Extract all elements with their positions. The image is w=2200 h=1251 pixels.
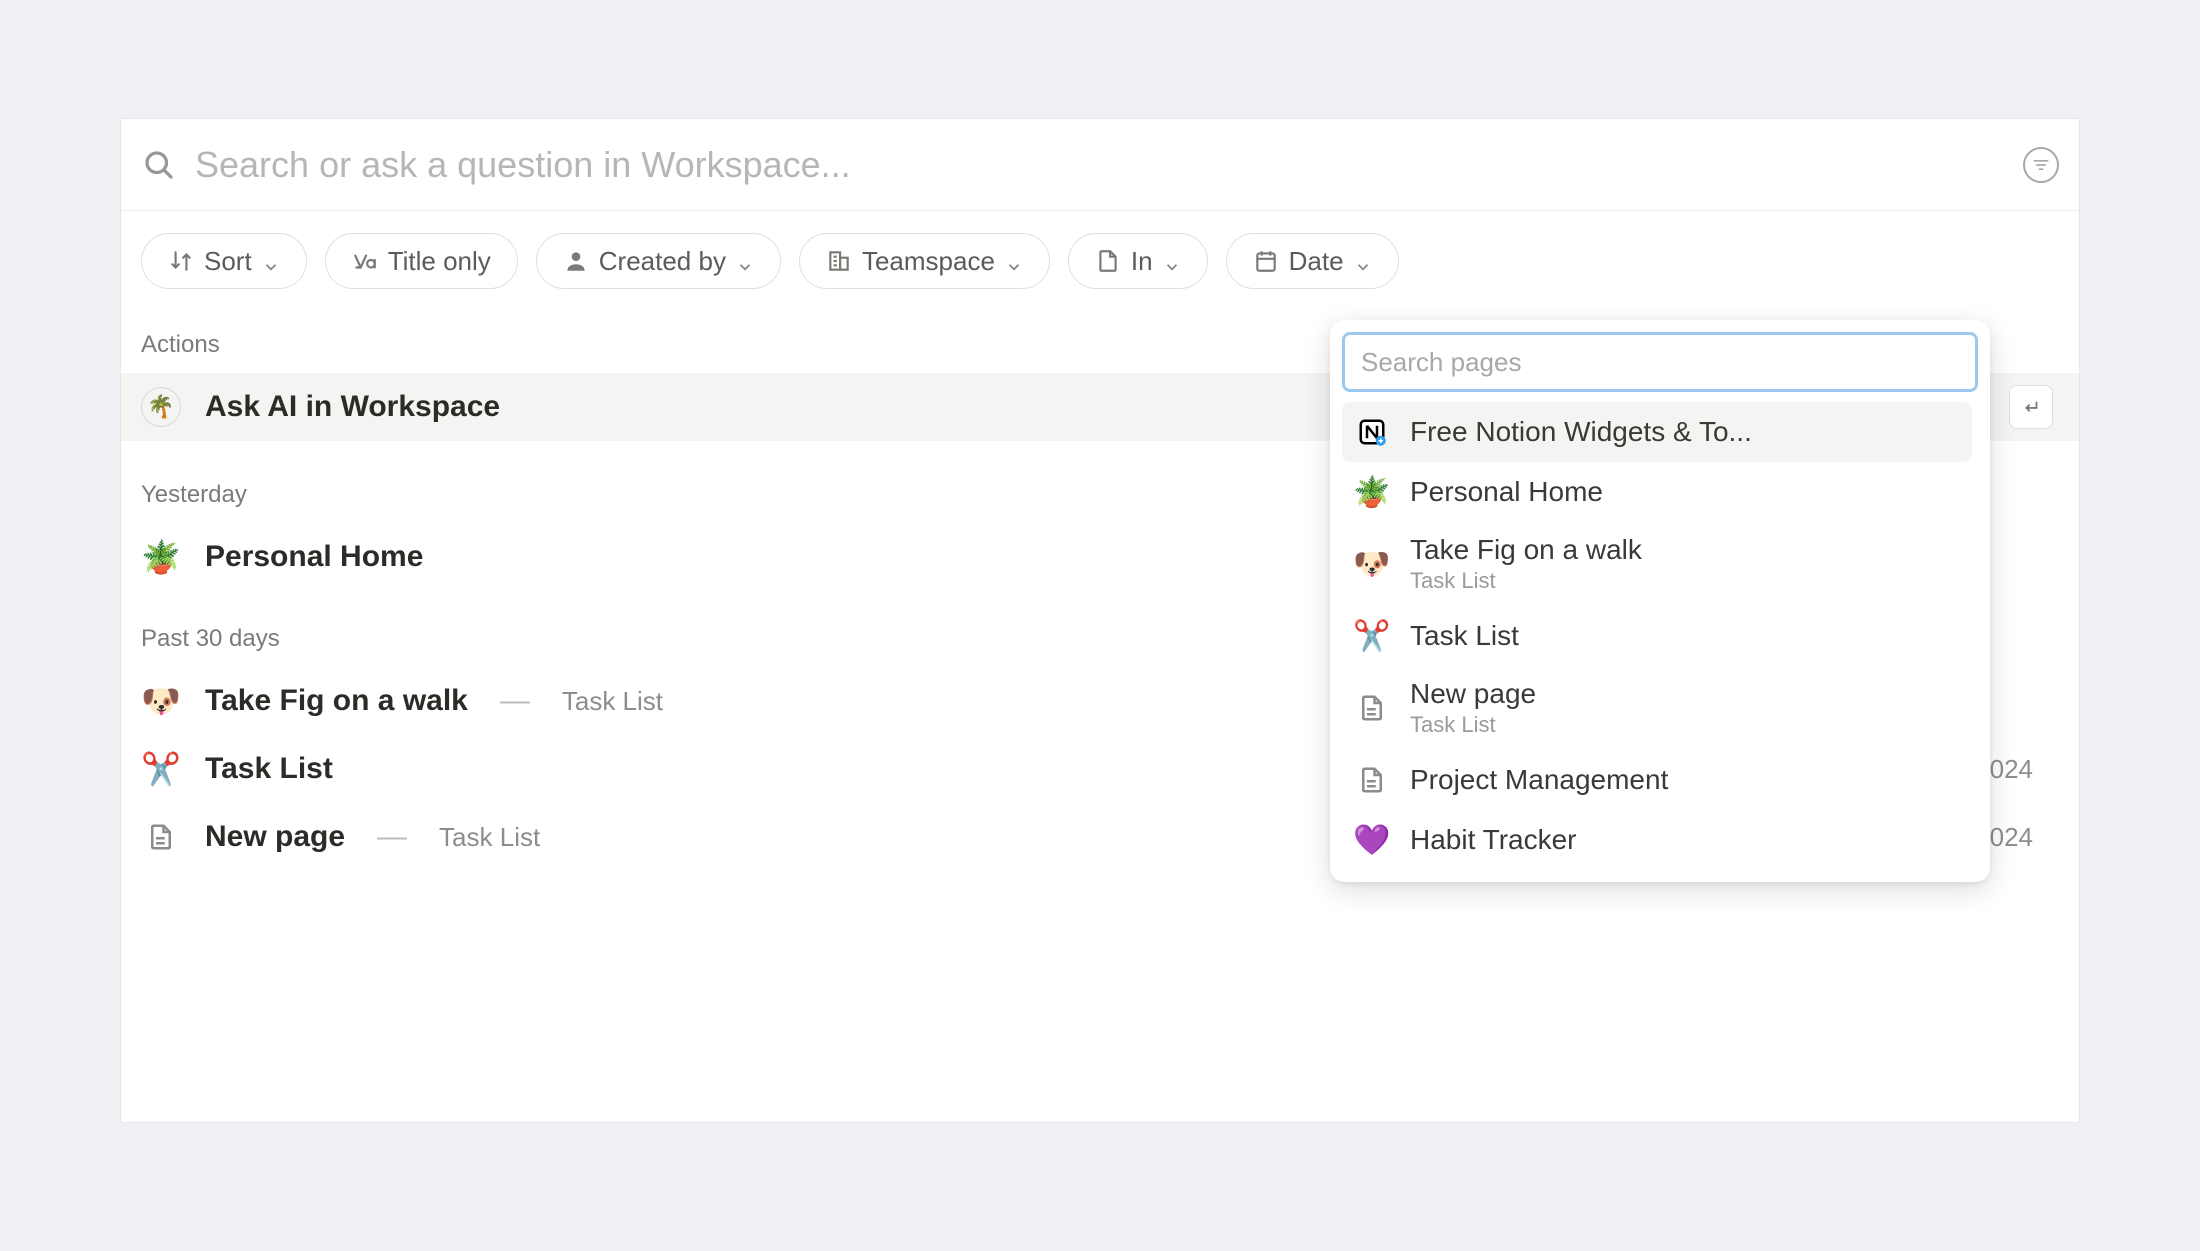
- in-filter-dropdown: Free Notion Widgets & To... 🪴 Personal H…: [1330, 320, 1990, 882]
- page-icon: [1095, 248, 1121, 274]
- result-title: Take Fig on a walk: [205, 684, 468, 718]
- heart-icon: 💜: [1354, 822, 1390, 858]
- created-by-label: Created by: [599, 246, 726, 277]
- dropdown-item-project-management[interactable]: Project Management: [1342, 750, 1972, 810]
- search-bar: [121, 119, 2079, 211]
- emoji-icon: 🐶: [141, 681, 181, 721]
- dropdown-search-input[interactable]: [1361, 347, 1959, 378]
- calendar-icon: [1253, 248, 1279, 274]
- filters-row: Sort Title only Created by: [121, 211, 2079, 309]
- result-title: Personal Home: [205, 540, 423, 574]
- chevron-down-icon: [736, 252, 754, 270]
- search-icon: [141, 147, 177, 183]
- dropdown-search-wrap: [1342, 332, 1978, 392]
- dropdown-item-title: Personal Home: [1410, 476, 1603, 508]
- dropdown-item-new-page[interactable]: New page Task List: [1342, 666, 1972, 750]
- dropdown-item-subtitle: Task List: [1410, 568, 1642, 594]
- chevron-down-icon: [1005, 252, 1023, 270]
- in-chip[interactable]: In: [1068, 233, 1208, 289]
- result-subtitle: Task List: [562, 686, 663, 717]
- date-label: Date: [1289, 246, 1344, 277]
- ask-ai-title: Ask AI in Workspace: [205, 390, 500, 424]
- dropdown-item-task-list[interactable]: ✂️ Task List: [1342, 606, 1972, 666]
- dropdown-list: Free Notion Widgets & To... 🪴 Personal H…: [1342, 402, 1978, 870]
- dropdown-item-free-notion-widgets[interactable]: Free Notion Widgets & To...: [1342, 402, 1972, 462]
- in-label: In: [1131, 246, 1153, 277]
- dropdown-item-title: Habit Tracker: [1410, 824, 1577, 856]
- dropdown-item-subtitle: Task List: [1410, 712, 1536, 738]
- dropdown-item-title: Project Management: [1410, 764, 1668, 796]
- result-title: New page: [205, 820, 345, 854]
- emoji-icon: 🪴: [1354, 474, 1390, 510]
- dropdown-item-title: New page: [1410, 678, 1536, 710]
- text-icon: [352, 248, 378, 274]
- ai-icon: 🌴: [141, 387, 181, 427]
- sort-chip[interactable]: Sort: [141, 233, 307, 289]
- dropdown-item-title: Free Notion Widgets & To...: [1410, 416, 1752, 448]
- separator: —: [492, 684, 538, 718]
- notion-icon: [1354, 414, 1390, 450]
- dropdown-item-take-fig[interactable]: 🐶 Take Fig on a walk Task List: [1342, 522, 1972, 606]
- dropdown-item-personal-home[interactable]: 🪴 Personal Home: [1342, 462, 1972, 522]
- dropdown-item-habit-tracker[interactable]: 💜 Habit Tracker: [1342, 810, 1972, 870]
- result-subtitle: Task List: [439, 822, 540, 853]
- scissors-icon: ✂️: [1354, 618, 1390, 654]
- teamspace-chip[interactable]: Teamspace: [799, 233, 1050, 289]
- building-icon: [826, 248, 852, 274]
- dropdown-item-title: Task List: [1410, 620, 1519, 652]
- teamspace-label: Teamspace: [862, 246, 995, 277]
- emoji-icon: 🪴: [141, 537, 181, 577]
- page-icon: [141, 817, 181, 857]
- chevron-down-icon: [1354, 252, 1372, 270]
- chevron-down-icon: [262, 252, 280, 270]
- person-icon: [563, 248, 589, 274]
- enter-key-icon: [2009, 385, 2053, 429]
- title-only-label: Title only: [388, 246, 491, 277]
- filter-settings-icon[interactable]: [2023, 147, 2059, 183]
- separator: —: [369, 820, 415, 854]
- dropdown-item-title: Take Fig on a walk: [1410, 534, 1642, 566]
- result-title: Task List: [205, 752, 333, 786]
- page-icon: [1354, 690, 1390, 726]
- chevron-down-icon: [1163, 252, 1181, 270]
- trailing-year-text: 024: [1990, 754, 2033, 785]
- scissors-icon: ✂️: [141, 749, 181, 789]
- title-only-chip[interactable]: Title only: [325, 233, 518, 289]
- search-input[interactable]: [177, 144, 2023, 186]
- sort-label: Sort: [204, 246, 252, 277]
- page-icon: [1354, 762, 1390, 798]
- emoji-icon: 🐶: [1354, 546, 1390, 582]
- date-chip[interactable]: Date: [1226, 233, 1399, 289]
- sort-icon: [168, 248, 194, 274]
- created-by-chip[interactable]: Created by: [536, 233, 781, 289]
- trailing-year-text: 024: [1990, 822, 2033, 853]
